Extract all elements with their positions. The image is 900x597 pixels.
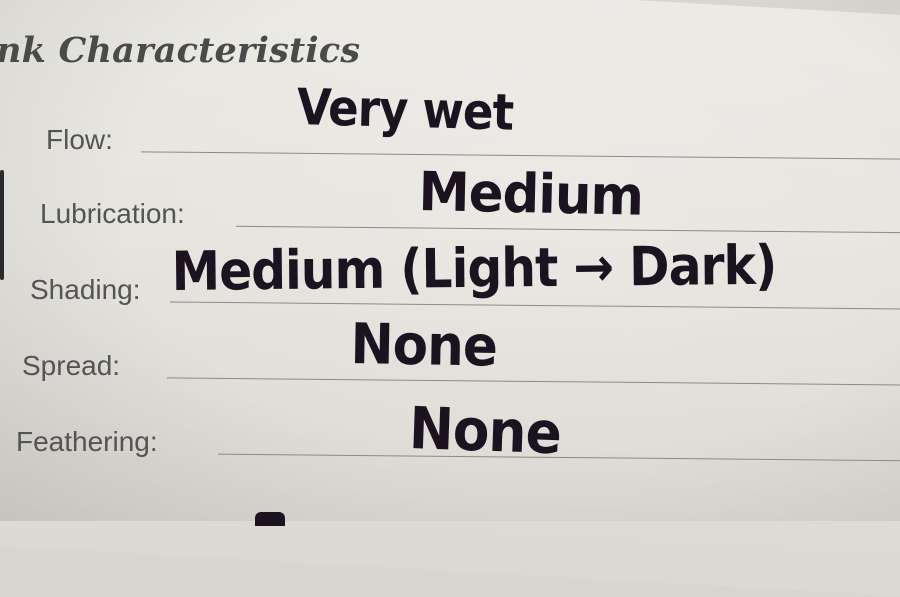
spread-label: Spread: [22,350,121,381]
lubrication-label: Lubrication: [40,198,185,229]
shading-label: Shading: [30,274,141,305]
card-edge-shadow [0,170,4,280]
flow-rule-line [141,151,900,160]
feathering-value-handwritten: None [408,394,563,468]
feathering-label: Feathering: [16,426,158,457]
lubrication-value-handwritten: Medium [418,160,644,228]
shading-rule-line [170,301,900,310]
spread-value-handwritten: None [350,312,498,380]
spread-rule-line [167,377,900,386]
lubrication-rule-line [236,225,900,234]
next-line-ink-fragment [255,512,285,526]
section-title: nk Characteristics [0,30,361,71]
flow-label: Flow: [46,124,113,155]
flow-value-handwritten: Very wet [296,78,514,142]
shading-value-handwritten: Medium (Light → Dark) [171,233,777,303]
